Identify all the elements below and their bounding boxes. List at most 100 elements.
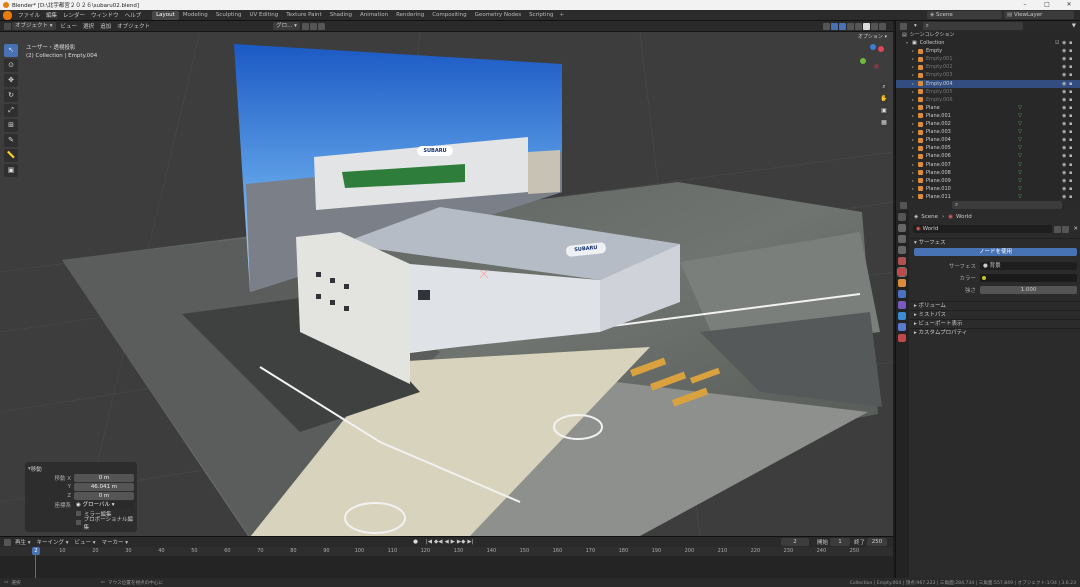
- collection-row[interactable]: ▾ ▣ Collection ☑ ◉ ▪: [896, 39, 1080, 47]
- viewport-menu-1[interactable]: 選択: [80, 22, 97, 30]
- physics-tab-icon[interactable]: [898, 312, 906, 320]
- scene-selector[interactable]: ◈ Scene: [927, 11, 1002, 19]
- color-swatch[interactable]: [980, 274, 1077, 282]
- annotate-tool-icon[interactable]: ✎: [4, 134, 18, 147]
- checkbox-icon[interactable]: ☑: [1055, 39, 1062, 47]
- tab-workspace-5[interactable]: Shading: [326, 11, 356, 20]
- outliner-item[interactable]: ▸ Plane.008 ▽ ◉ ▪: [896, 169, 1080, 177]
- move-tool-icon[interactable]: ✥: [4, 74, 18, 87]
- outliner-item[interactable]: ▸ Plane.001 ▽ ◉ ▪: [896, 112, 1080, 120]
- wireframe-shading-icon[interactable]: [855, 22, 862, 30]
- outliner-search[interactable]: ⌕: [922, 22, 1023, 30]
- rendered-shading-icon[interactable]: [879, 22, 886, 30]
- move-x-field[interactable]: 0 m: [74, 473, 134, 482]
- outliner-item[interactable]: ▸ Plane.004 ▽ ◉ ▪: [896, 136, 1080, 144]
- end-frame-field[interactable]: 250: [867, 538, 887, 546]
- grid-view-icon[interactable]: ▦: [879, 118, 889, 128]
- timeline-editor-icon[interactable]: [4, 538, 11, 546]
- transform-tool-icon[interactable]: ⊞: [4, 119, 18, 132]
- constraint-tab-icon[interactable]: [898, 323, 906, 331]
- outliner-item[interactable]: ▸ Empty.003 ◉ ▪: [896, 71, 1080, 79]
- camera-icon[interactable]: ▪: [1069, 71, 1076, 79]
- eye-icon[interactable]: ◉: [1062, 161, 1069, 169]
- menu-item-1[interactable]: 編集: [43, 11, 60, 19]
- eye-icon[interactable]: ◉: [1062, 169, 1069, 177]
- overlay-icon[interactable]: [839, 22, 846, 30]
- play-icon[interactable]: ▶: [451, 539, 455, 545]
- blender-menu-icon[interactable]: [3, 10, 12, 20]
- view-layer-tab-icon[interactable]: [898, 246, 906, 254]
- next-key-icon[interactable]: ▶◆: [457, 539, 465, 545]
- viewport-menu-3[interactable]: オブジェクト: [114, 22, 153, 30]
- menu-item-0[interactable]: ファイル: [15, 11, 43, 19]
- camera-icon[interactable]: ▪: [1069, 120, 1076, 128]
- outliner-item[interactable]: ▸ Plane.009 ▽ ◉ ▪: [896, 177, 1080, 185]
- outliner-item[interactable]: ▸ Empty.002 ◉ ▪: [896, 63, 1080, 71]
- tab-workspace-4[interactable]: Texture Paint: [282, 11, 326, 20]
- eye-icon[interactable]: ◉: [1062, 104, 1069, 112]
- outliner-item[interactable]: ▸ Empty ◉ ▪: [896, 47, 1080, 55]
- camera-icon[interactable]: ▪: [1069, 104, 1076, 112]
- panel-header-1[interactable]: ▸ ミストパス: [910, 310, 1080, 319]
- funnel-icon[interactable]: ▼: [1072, 23, 1080, 29]
- outliner-item[interactable]: ▸ Plane.003 ▽ ◉ ▪: [896, 128, 1080, 136]
- eye-icon[interactable]: ◉: [1062, 144, 1069, 152]
- outliner-filter-icon[interactable]: ▾: [914, 23, 917, 29]
- scene-tab-icon[interactable]: [898, 257, 906, 265]
- timeline-menu-3[interactable]: マーカー ▾: [99, 538, 132, 546]
- gizmo-icon[interactable]: [831, 22, 838, 30]
- outliner-item[interactable]: ▸ Empty.001 ◉ ▪: [896, 55, 1080, 63]
- camera-icon[interactable]: ▪: [1069, 161, 1076, 169]
- eye-icon[interactable]: ◉: [1062, 71, 1069, 79]
- visibility-icon[interactable]: [823, 22, 830, 30]
- timeline-menu-2[interactable]: ビュー ▾: [72, 538, 99, 546]
- editor-type-icon[interactable]: [4, 22, 11, 30]
- panel-header-0[interactable]: ▸ ボリューム: [910, 301, 1080, 310]
- eye-icon[interactable]: ◉: [1062, 177, 1069, 185]
- xray-icon[interactable]: [847, 22, 854, 30]
- minimize-icon[interactable]: –: [1014, 0, 1036, 10]
- camera-icon[interactable]: ▪: [1069, 96, 1076, 104]
- viewport-menu-2[interactable]: 追加: [97, 22, 114, 30]
- select-tool-icon[interactable]: ↖: [4, 44, 18, 57]
- panel-header-3[interactable]: ▸ カスタムプロパティ: [910, 328, 1080, 337]
- solid-shading-icon[interactable]: [863, 22, 870, 30]
- jump-start-icon[interactable]: |◀: [426, 539, 432, 545]
- eye-icon[interactable]: ◉: [1062, 136, 1069, 144]
- 3d-viewport[interactable]: SUBARU SUBARU ユーザー・透視投影 (2) Collection |…: [0, 32, 893, 536]
- camera-icon[interactable]: ▪: [1069, 88, 1076, 96]
- tab-workspace-3[interactable]: UV Editing: [246, 11, 283, 20]
- tab-workspace-10[interactable]: Scripting: [525, 11, 557, 20]
- pan-hand-icon[interactable]: ✋: [879, 94, 889, 104]
- tab-workspace-1[interactable]: Modeling: [179, 11, 212, 20]
- eye-icon[interactable]: ◉: [1062, 128, 1069, 136]
- timeline-menu-0[interactable]: 再生 ▾: [12, 538, 34, 546]
- start-frame-field[interactable]: 1: [829, 538, 850, 546]
- gizmo-y-axis-icon[interactable]: [860, 58, 866, 64]
- pivot-icon[interactable]: [301, 22, 309, 30]
- proportional-icon[interactable]: [317, 22, 325, 30]
- current-frame-field[interactable]: 2: [780, 538, 809, 546]
- camera-icon[interactable]: ▪: [1069, 63, 1076, 71]
- move-y-field[interactable]: 46.041 m: [74, 482, 134, 491]
- surface-dropdown[interactable]: ● 背景: [980, 262, 1077, 270]
- camera-icon[interactable]: ▪: [1069, 39, 1076, 47]
- move-z-field[interactable]: 0 m: [74, 491, 134, 500]
- outliner-item[interactable]: ▸ Plane.007 ▽ ◉ ▪: [896, 161, 1080, 169]
- eye-icon[interactable]: ◉: [1062, 39, 1069, 47]
- camera-icon[interactable]: ▪: [1069, 47, 1076, 55]
- material-shading-icon[interactable]: [871, 22, 878, 30]
- scale-tool-icon[interactable]: ⤢: [4, 104, 18, 117]
- outliner-item[interactable]: ▸ Empty.006 ◉ ▪: [896, 96, 1080, 104]
- outliner-item[interactable]: ▸ Empty.004 ◉ ▪: [896, 79, 1080, 88]
- record-icon[interactable]: ●: [413, 539, 418, 545]
- outliner-item[interactable]: ▸ Plane.005 ▽ ◉ ▪: [896, 144, 1080, 152]
- menu-item-3[interactable]: ウィンドウ: [88, 11, 122, 19]
- eye-icon[interactable]: ◉: [1062, 185, 1069, 193]
- eye-icon[interactable]: ◉: [1062, 55, 1069, 63]
- tab-workspace-0[interactable]: Layout: [152, 10, 179, 20]
- particles-tab-icon[interactable]: [898, 301, 906, 309]
- operator-title[interactable]: ▾ 移動: [28, 464, 134, 473]
- gizmo-x-axis-icon[interactable]: [878, 46, 884, 52]
- tab-workspace-9[interactable]: Geometry Nodes: [471, 11, 525, 20]
